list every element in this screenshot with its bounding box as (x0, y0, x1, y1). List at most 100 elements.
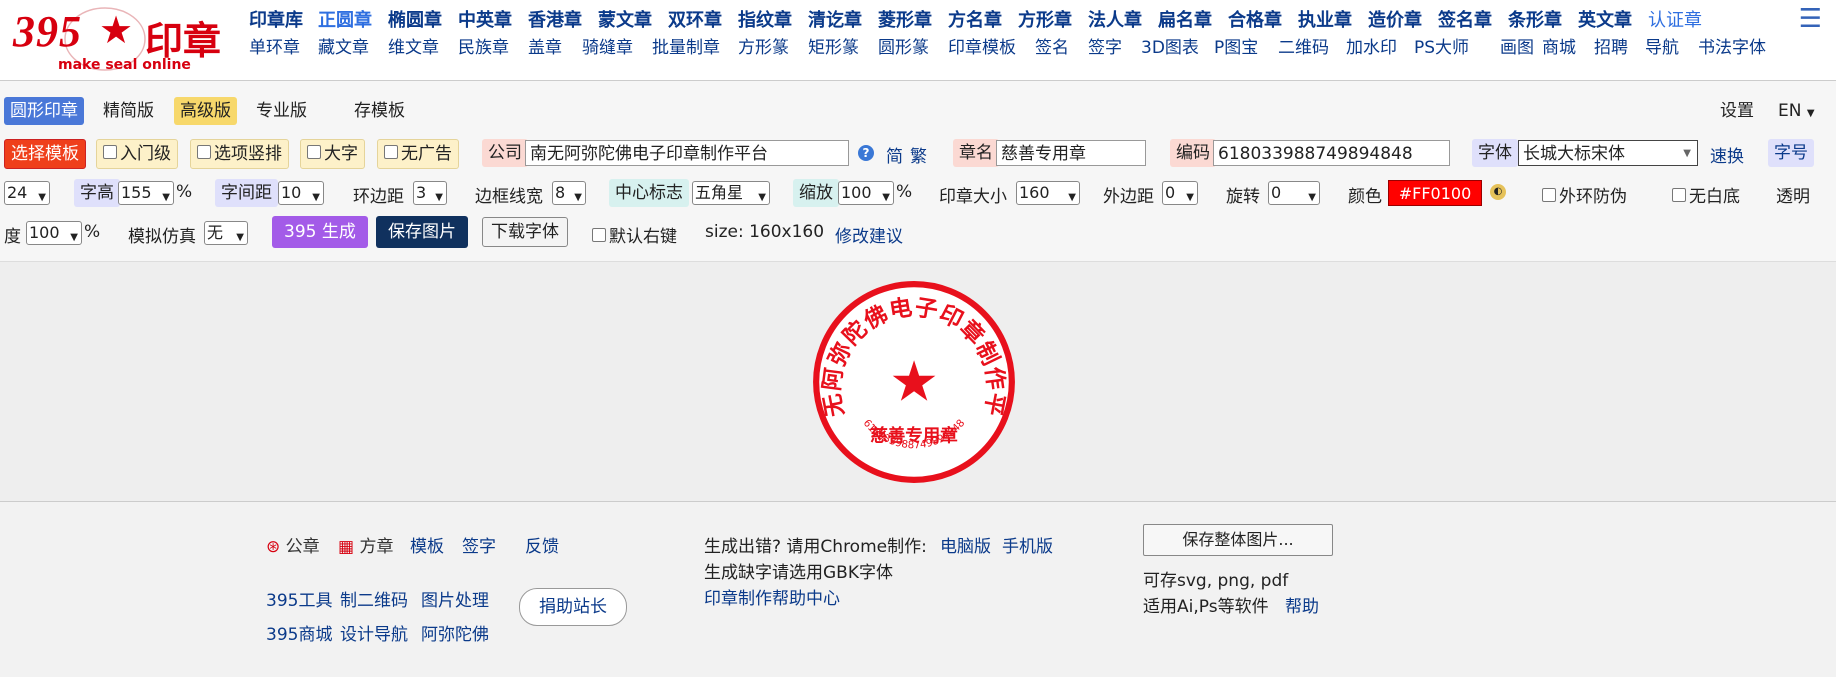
footer-official-seal-link[interactable]: ⊛ 公章 (266, 532, 320, 557)
nav-item[interactable]: 执业章 (1298, 6, 1352, 32)
nav-item[interactable]: P图宝 (1214, 33, 1258, 58)
seal-preview[interactable]: 南无阿弥陀佛电子印章制作平台 ★ 慈善专用章 61803398874989484… (811, 279, 1017, 485)
nav-item[interactable]: 招聘 (1594, 33, 1628, 58)
quick-switch-link[interactable]: 速换 (1710, 142, 1744, 167)
nav-item[interactable]: 书法字体 (1698, 33, 1766, 58)
help-center-link[interactable]: 印章制作帮助中心 (704, 584, 840, 609)
vertical-options-checkbox[interactable]: 选项竖排 (190, 139, 289, 169)
nav-item[interactable]: PS大师 (1414, 33, 1469, 58)
nav-item[interactable]: 蒙文章 (598, 6, 652, 32)
donate-button[interactable]: 捐助站长 (519, 588, 627, 626)
footer-sign-link[interactable]: 签字 (462, 532, 496, 557)
footer-design-nav-link[interactable]: 设计导航 (340, 620, 408, 645)
nav-item[interactable]: 英文章 (1578, 6, 1632, 32)
nav-item[interactable]: 签字 (1088, 33, 1122, 58)
nav-item[interactable]: 方名章 (948, 6, 1002, 32)
anti-fake-ring-checkbox[interactable]: 外环防伪 (1542, 182, 1627, 207)
large-text-checkbox[interactable]: 大字 (300, 139, 365, 169)
tab-pro[interactable]: 专业版 (250, 97, 313, 125)
no-ads-checkbox[interactable]: 无广告 (377, 139, 459, 169)
help-icon[interactable]: ? (858, 145, 874, 161)
footer-help-link[interactable]: 帮助 (1285, 592, 1319, 617)
nav-item[interactable]: 圆形篆 (878, 33, 929, 58)
simulate-select[interactable]: 无 ▼ (204, 221, 248, 245)
opacity-select[interactable]: 100 ▼ (26, 221, 82, 245)
tab-advanced[interactable]: 高级版 (174, 97, 237, 125)
char-spacing-select[interactable]: 10 ▼ (278, 181, 324, 205)
nav-item[interactable]: 维文章 (388, 33, 439, 58)
save-image-button[interactable]: 保存图片 (376, 216, 468, 248)
nav-item[interactable]: 指纹章 (738, 6, 792, 32)
save-template-link[interactable]: 存模板 (348, 97, 411, 125)
nav-item[interactable]: 签名章 (1438, 6, 1492, 32)
nav-item[interactable]: 单环章 (249, 33, 300, 58)
nav-item[interactable]: 加水印 (1346, 33, 1397, 58)
nav-item[interactable]: 画图 (1500, 33, 1534, 58)
footer-amitabha-link[interactable]: 阿弥陀佛 (421, 620, 489, 645)
company-input[interactable]: 南无阿弥陀佛电子印章制作平台 (525, 140, 849, 166)
outer-margin-select[interactable]: 0 ▼ (1162, 181, 1198, 205)
font-size-link[interactable]: 字号 (1768, 139, 1814, 167)
nav-item[interactable]: 盖章 (528, 33, 562, 58)
nav-item[interactable]: 民族章 (458, 33, 509, 58)
rotate-select[interactable]: 0 ▼ (1268, 181, 1320, 205)
simplified-button[interactable]: 简 (886, 142, 903, 167)
font-size-select[interactable]: 24 ▼ (4, 181, 50, 205)
nav-item[interactable]: 签名 (1035, 33, 1069, 58)
suggest-link[interactable]: 修改建议 (835, 222, 903, 247)
ring-margin-select[interactable]: 3 ▼ (413, 181, 447, 205)
nav-item[interactable]: 商城 (1542, 33, 1576, 58)
nav-item[interactable]: 3D图表 (1141, 33, 1199, 58)
nav-item[interactable]: 双环章 (668, 6, 722, 32)
settings-link[interactable]: 设置 (1714, 97, 1760, 125)
nav-item[interactable]: 骑缝章 (582, 33, 633, 58)
nav-item[interactable]: 批量制章 (652, 33, 720, 58)
nav-item[interactable]: 藏文章 (318, 33, 369, 58)
nav-item[interactable]: 导航 (1645, 33, 1679, 58)
download-font-button[interactable]: 下载字体 (482, 217, 568, 247)
default-right-click-checkbox[interactable]: 默认右键 (592, 222, 677, 247)
footer-mall-link[interactable]: 395商城 (266, 620, 332, 645)
nav-item[interactable]: 合格章 (1228, 6, 1282, 32)
center-mark-select[interactable]: 五角星 ▼ (692, 181, 770, 205)
nav-item[interactable]: 二维码 (1278, 33, 1329, 58)
seal-size-select[interactable]: 160 ▼ (1016, 181, 1080, 205)
nav-item[interactable]: 清讫章 (808, 6, 862, 32)
pc-version-link[interactable]: 电脑版 (940, 532, 991, 557)
code-input[interactable]: 618033988749894848 (1213, 140, 1450, 166)
generate-button[interactable]: 395 生成 (272, 216, 368, 248)
nav-item[interactable]: 中英章 (458, 6, 512, 32)
nav-item[interactable]: 香港章 (528, 6, 582, 32)
nav-item[interactable]: 造价章 (1368, 6, 1422, 32)
zoom-select[interactable]: 100 ▼ (838, 181, 894, 205)
footer-square-seal-link[interactable]: ▦ 方章 (338, 532, 393, 557)
footer-feedback-link[interactable]: 反馈 (525, 532, 559, 557)
nav-item[interactable]: 认证章 (1648, 6, 1702, 32)
nav-item[interactable]: 菱形章 (878, 6, 932, 32)
nav-item[interactable]: 矩形篆 (808, 33, 859, 58)
traditional-button[interactable]: 繁 (910, 142, 927, 167)
nav-item[interactable]: 印章库 (249, 6, 303, 32)
hamburger-menu-icon[interactable]: ☰ (1799, 4, 1822, 34)
nav-item[interactable]: 方形章 (1018, 6, 1072, 32)
footer-template-link[interactable]: 模板 (410, 532, 444, 557)
char-height-select[interactable]: 155 ▼ (118, 181, 174, 205)
nav-item[interactable]: 方形篆 (738, 33, 789, 58)
mobile-version-link[interactable]: 手机版 (1002, 532, 1053, 557)
language-switch[interactable]: EN ▼ (1772, 97, 1821, 125)
footer-tools-link[interactable]: 395工具 (266, 586, 332, 611)
nav-item-active[interactable]: 正圆章 (318, 6, 372, 32)
tab-simple[interactable]: 精简版 (97, 97, 160, 125)
seal-name-input[interactable]: 慈善专用章 (996, 140, 1146, 166)
nav-item[interactable]: 法人章 (1088, 6, 1142, 32)
color-input[interactable]: #FF0100 (1388, 180, 1482, 206)
nav-item[interactable]: 扁名章 (1158, 6, 1212, 32)
choose-template-button[interactable]: 选择模板 (4, 139, 86, 169)
color-picker-icon[interactable]: ◐ (1490, 184, 1506, 200)
beginner-checkbox[interactable]: 入门级 (96, 139, 178, 169)
tab-round-seal[interactable]: 圆形印章 (4, 97, 84, 125)
nav-item[interactable]: 印章模板 (948, 33, 1016, 58)
font-select[interactable]: 长城大标宋体 ▼ (1518, 140, 1698, 166)
nav-item[interactable]: 条形章 (1508, 6, 1562, 32)
nav-item[interactable]: 椭圆章 (388, 6, 442, 32)
